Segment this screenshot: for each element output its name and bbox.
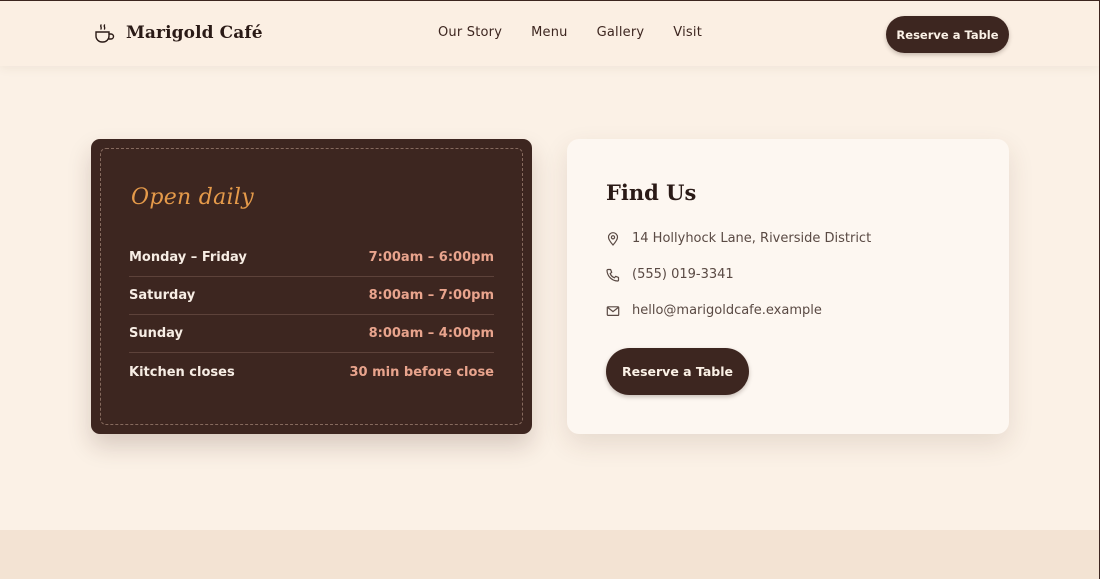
hours-row: Monday – Friday 7:00am – 6:00pm	[129, 239, 494, 277]
address-text: 14 Hollyhock Lane, Riverside District	[632, 231, 872, 246]
hours-row: Sunday 8:00am – 4:00pm	[129, 315, 494, 353]
hours-day: Sunday	[129, 326, 184, 341]
find-us-reserve-button[interactable]: Reserve a Table	[606, 348, 749, 395]
coffee-cup-icon	[95, 24, 115, 43]
brand-name: Marigold Café	[126, 23, 263, 43]
hours-day: Kitchen closes	[129, 364, 235, 380]
hours-time: 8:00am – 7:00pm	[368, 288, 494, 303]
email-link[interactable]: hello@marigoldcafe.example	[632, 303, 822, 318]
find-us-title: Find Us	[606, 180, 697, 205]
hours-list: Monday – Friday 7:00am – 6:00pm Saturday…	[129, 239, 494, 391]
hours-row: Saturday 8:00am – 7:00pm	[129, 277, 494, 315]
contact-email: hello@marigoldcafe.example	[606, 303, 822, 318]
contact-address: 14 Hollyhock Lane, Riverside District	[606, 231, 871, 246]
nav-link-our-story[interactable]: Our Story	[438, 25, 502, 40]
site-header: Marigold Café Our Story Menu Gallery Vis…	[0, 1, 1099, 66]
next-section-band	[0, 530, 1099, 579]
hours-time: 7:00am – 6:00pm	[368, 250, 494, 265]
phone-link[interactable]: (555) 019-3341	[632, 267, 734, 282]
nav-link-visit[interactable]: Visit	[673, 25, 702, 40]
map-pin-icon	[607, 231, 619, 246]
header-reserve-button[interactable]: Reserve a Table	[886, 16, 1009, 53]
hours-time: 30 min before close	[349, 364, 494, 380]
main-nav: Our Story Menu Gallery Visit	[438, 25, 731, 40]
hours-day: Monday – Friday	[129, 250, 247, 265]
mail-icon	[606, 305, 620, 316]
phone-icon	[606, 268, 620, 282]
hours-title: Open daily	[131, 185, 255, 210]
hours-row: Kitchen closes 30 min before close	[129, 353, 494, 391]
nav-link-menu[interactable]: Menu	[531, 25, 568, 40]
hours-time: 8:00am – 4:00pm	[368, 326, 494, 341]
brand-logo[interactable]: Marigold Café	[93, 22, 263, 44]
nav-link-gallery[interactable]: Gallery	[597, 25, 645, 40]
hours-day: Saturday	[129, 288, 196, 303]
contact-phone: (555) 019-3341	[606, 267, 734, 282]
